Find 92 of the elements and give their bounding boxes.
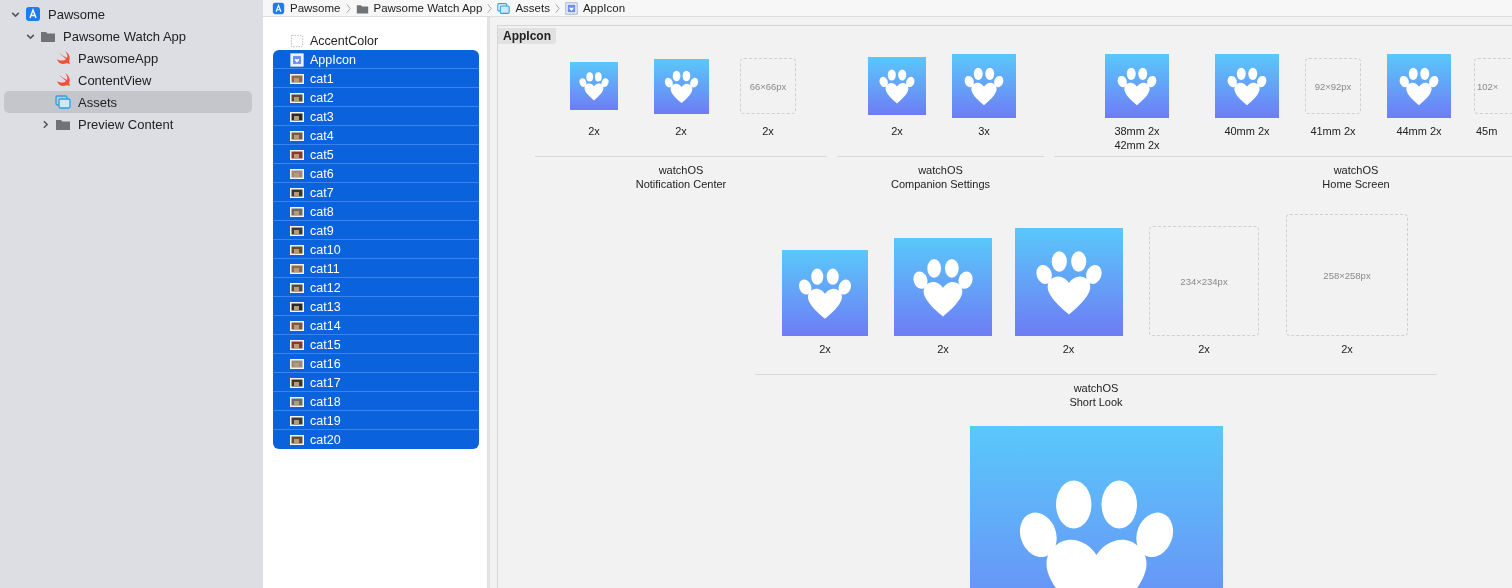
app-icon-thumbnail-icon	[290, 52, 304, 67]
scale-label: 41mm 2x	[1310, 124, 1356, 138]
asset-row[interactable]: AccentColor	[273, 31, 479, 50]
scale-label: 3x	[978, 124, 990, 138]
empty-icon-slot[interactable]: 234×234px	[1149, 226, 1259, 336]
image-thumbnail-icon	[290, 377, 304, 388]
asset-row[interactable]: cat6	[273, 164, 479, 183]
breadcrumb-item[interactable]: Pawsome	[272, 1, 341, 15]
navigator-item[interactable]: Assets	[4, 91, 252, 113]
asset-row[interactable]: cat2	[273, 88, 479, 107]
image-thumbnail-icon	[290, 244, 304, 255]
scale-label: 2x	[937, 342, 949, 356]
image-thumbnail-icon	[290, 282, 304, 293]
asset-row[interactable]: cat20	[273, 430, 479, 449]
asset-row[interactable]: cat10	[273, 240, 479, 259]
breadcrumb-item[interactable]: Pawsome Watch App	[355, 1, 483, 15]
breadcrumb-item[interactable]: Assets	[497, 1, 550, 15]
navigator-item[interactable]: Preview Content	[4, 113, 252, 135]
group-title: Companion Settings	[890, 177, 991, 191]
asset-row[interactable]: cat16	[273, 354, 479, 373]
empty-icon-slot[interactable]: 66×66px	[740, 58, 796, 114]
image-thumbnail-icon	[290, 187, 304, 198]
chevron-right-icon	[487, 2, 493, 14]
image-stack-icon	[55, 94, 71, 110]
asset-row[interactable]: cat15	[273, 335, 479, 354]
asset-row[interactable]: cat18	[273, 392, 479, 411]
scale-label: 42mm 2x	[1114, 138, 1160, 152]
navigator-item[interactable]: ContentView	[4, 69, 252, 91]
empty-icon-slot[interactable]: 258×258px	[1286, 214, 1408, 336]
image-thumbnail-icon	[290, 149, 304, 160]
scale-label: 2x	[1198, 342, 1210, 356]
empty-icon-slot[interactable]: 92×92px	[1305, 58, 1361, 114]
image-thumbnail-icon	[290, 225, 304, 236]
asset-row[interactable]: cat17	[273, 373, 479, 392]
group-platform: watchOS	[918, 163, 963, 177]
scale-label: 2x	[1062, 342, 1075, 356]
image-thumbnail-icon	[290, 206, 304, 217]
chevron-right-icon	[345, 2, 351, 14]
scale-label: 45m	[1476, 124, 1498, 138]
swift-file-icon	[55, 72, 71, 88]
asset-title: AppIcon	[498, 28, 556, 44]
empty-swatch-icon	[290, 33, 304, 48]
asset-row[interactable]: cat13	[273, 297, 479, 316]
image-thumbnail-icon	[290, 320, 304, 331]
scale-label: 2x	[588, 124, 600, 138]
image-thumbnail-icon	[290, 130, 304, 141]
scale-label: 40mm 2x	[1224, 124, 1270, 138]
image-thumbnail-icon	[290, 434, 304, 445]
scale-label: 2x	[762, 124, 774, 138]
asset-row[interactable]: cat8	[273, 202, 479, 221]
asset-row[interactable]: AppIcon	[273, 50, 479, 69]
asset-row[interactable]: cat4	[273, 126, 479, 145]
image-thumbnail-icon	[290, 358, 304, 369]
asset-row[interactable]: cat12	[273, 278, 479, 297]
scale-label: 2x	[891, 124, 903, 138]
image-thumbnail-icon	[290, 168, 304, 179]
group-platform: watchOS	[658, 163, 704, 177]
empty-icon-slot[interactable]: 102×	[1474, 58, 1512, 114]
image-thumbnail-icon	[290, 92, 304, 103]
scale-label: 2x	[819, 342, 831, 356]
image-thumbnail-icon	[290, 73, 304, 84]
asset-row[interactable]: cat1	[273, 69, 479, 88]
chevron-right-icon	[554, 2, 560, 14]
asset-row[interactable]: cat5	[273, 145, 479, 164]
asset-row[interactable]: cat9	[273, 221, 479, 240]
scale-label: 2x	[675, 124, 687, 138]
image-thumbnail-icon	[290, 263, 304, 274]
navigator-item[interactable]: Pawsome Watch App	[4, 25, 252, 47]
scale-label: 2x	[1341, 342, 1353, 356]
image-thumbnail-icon	[290, 111, 304, 122]
breadcrumb-item[interactable]: AppIcon	[564, 1, 626, 15]
asset-row[interactable]: cat11	[273, 259, 479, 278]
navigator-item[interactable]: PawsomeApp	[4, 47, 252, 69]
group-platform: watchOS	[1073, 381, 1119, 395]
asset-row[interactable]: cat14	[273, 316, 479, 335]
asset-row[interactable]: cat19	[273, 411, 479, 430]
swift-file-icon	[55, 50, 71, 66]
group-title: Home Screen	[1322, 177, 1390, 191]
group-title: Short Look	[1069, 395, 1123, 409]
navigator-item[interactable]: Pawsome	[4, 3, 252, 25]
asset-row[interactable]: cat3	[273, 107, 479, 126]
image-thumbnail-icon	[290, 301, 304, 312]
group-title: Notification Center	[635, 177, 727, 191]
image-thumbnail-icon	[290, 339, 304, 350]
project-icon	[25, 6, 41, 22]
scale-label: 44mm 2x	[1396, 124, 1442, 138]
asset-row[interactable]: cat7	[273, 183, 479, 202]
image-thumbnail-icon	[290, 415, 304, 426]
image-stack-icon	[497, 1, 511, 15]
scale-label: 38mm 2x	[1114, 124, 1160, 138]
group-platform: watchOS	[1333, 163, 1379, 177]
image-thumbnail-icon	[290, 396, 304, 407]
